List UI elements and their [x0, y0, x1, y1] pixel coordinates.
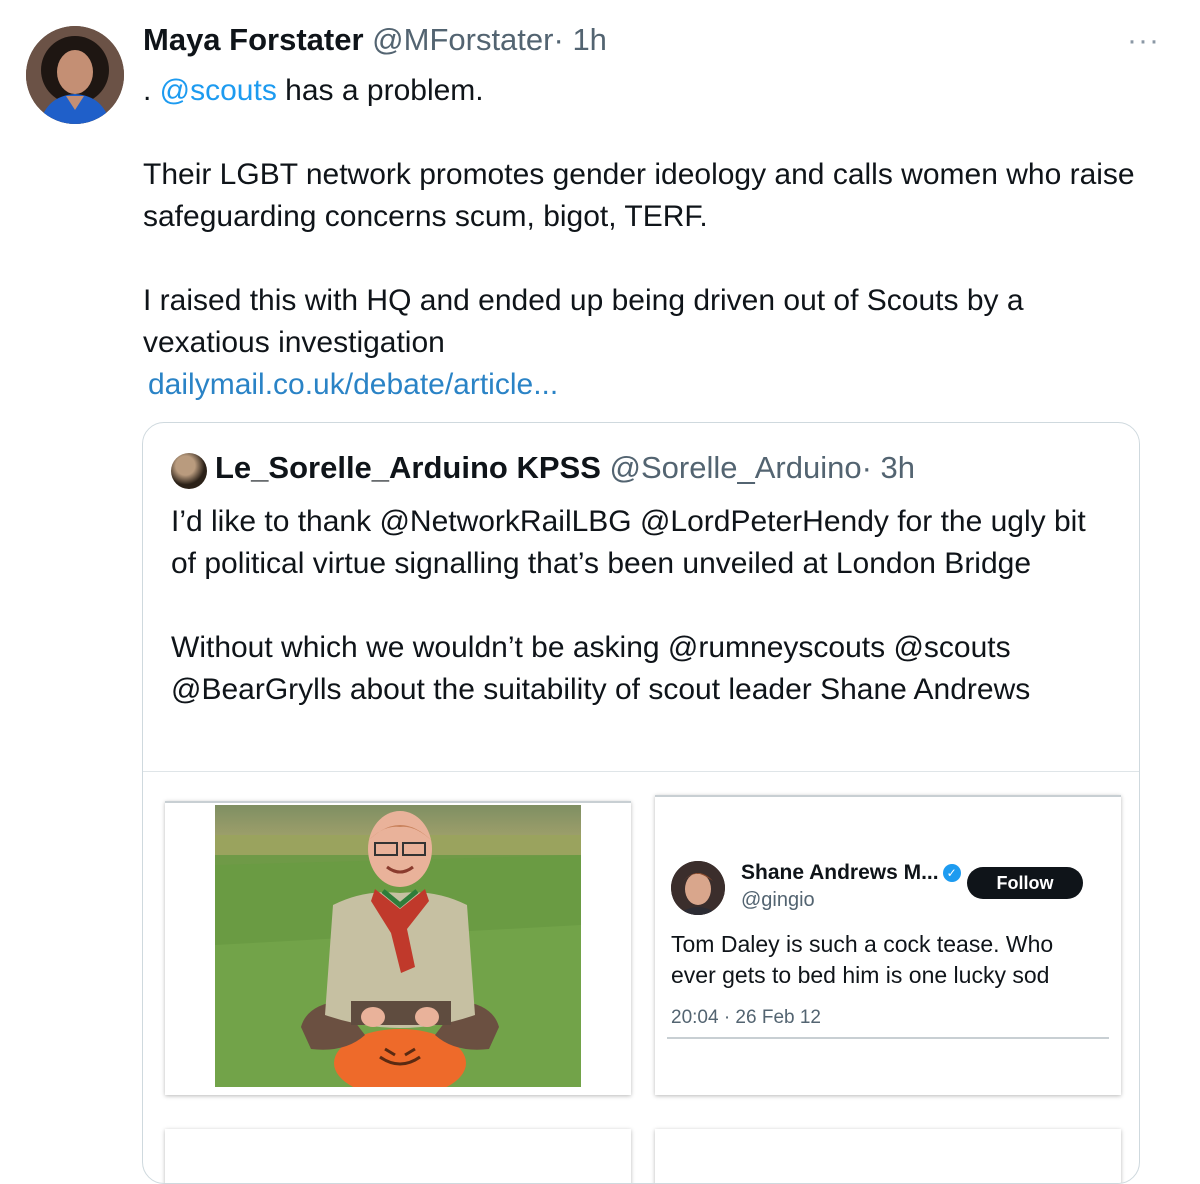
media-image-3[interactable] [165, 1129, 631, 1183]
quote-header: Le_Sorelle_Arduino KPSS @Sorelle_Arduino… [215, 450, 915, 486]
mention-link[interactable]: @scouts [160, 74, 277, 107]
embedded-author-name: Shane Andrews M... ✓ [741, 861, 961, 885]
embedded-tweet-timestamp: 20:04 · 26 Feb 12 [671, 1007, 821, 1028]
image-frame-rule [165, 801, 631, 803]
embedded-author-handle: @gingio [741, 889, 815, 911]
text-prefix: . [143, 74, 160, 107]
article-link[interactable]: dailymail.co.uk/debate/article... [148, 364, 1143, 406]
tweet-paragraph-2: Their LGBT network promotes gender ideol… [143, 158, 1135, 233]
author-avatar[interactable] [26, 26, 124, 124]
tweet-paragraph-1: . @scouts has a problem. [143, 70, 1143, 112]
quote-time[interactable]: 3h [881, 450, 915, 485]
quote-header-separator: · [861, 450, 872, 485]
quote-body: I’d like to thank @NetworkRailLBG @LordP… [171, 501, 1111, 711]
embedded-author-avatar [671, 861, 725, 915]
scout-leader-photo [215, 805, 581, 1087]
tweet-body: . @scouts has a problem. Their LGBT netw… [143, 70, 1143, 406]
embedded-tweet-rule [667, 1037, 1109, 1039]
screenshot-frame-rule [655, 795, 1121, 797]
follow-button: Follow [967, 867, 1083, 899]
text-suffix: has a problem. [276, 74, 484, 107]
author-handle[interactable]: @MForstater [372, 22, 553, 57]
media-image-1[interactable] [165, 801, 631, 1095]
tweet-header: Maya Forstater @MForstater· 1h [143, 22, 607, 58]
quote-author-avatar[interactable] [171, 453, 207, 489]
media-image-4[interactable] [655, 1129, 1121, 1183]
embedded-tweet-text: Tom Daley is such a cock tease. Who ever… [671, 931, 1054, 988]
media-image-2[interactable]: Shane Andrews M... ✓ @gingio Follow Tom D… [655, 795, 1121, 1095]
quote-author-name[interactable]: Le_Sorelle_Arduino KPSS [215, 450, 601, 485]
embedded-author-name-text: Shane Andrews M... [741, 861, 939, 884]
quote-paragraph-2: Without which we wouldn’t be asking @rum… [171, 631, 1031, 706]
quote-author-handle[interactable]: @Sorelle_Arduino [610, 450, 862, 485]
more-options-icon[interactable]: ··· [1127, 24, 1160, 58]
verified-badge-icon: ✓ [942, 864, 961, 882]
media-divider [143, 771, 1139, 772]
tweet-paragraph-3: I raised this with HQ and ended up being… [143, 284, 1024, 359]
author-name[interactable]: Maya Forstater [143, 22, 364, 57]
tweet-time[interactable]: 1h [572, 22, 606, 57]
quote-paragraph-1: I’d like to thank @NetworkRailLBG @LordP… [171, 505, 1086, 580]
quoted-tweet-card[interactable]: Le_Sorelle_Arduino KPSS @Sorelle_Arduino… [142, 422, 1140, 1184]
header-separator: · [553, 22, 564, 57]
